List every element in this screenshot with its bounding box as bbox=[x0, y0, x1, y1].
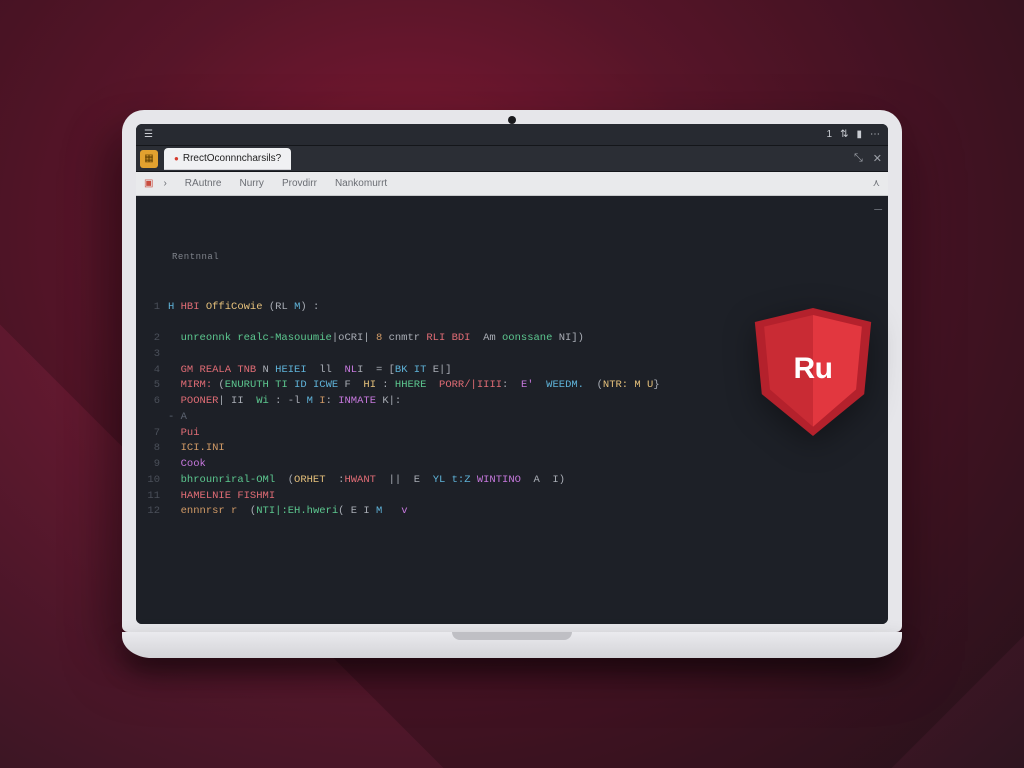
more-icon[interactable]: ⋯ bbox=[870, 129, 880, 140]
tab-active[interactable]: ● RrectOconnncharsils? bbox=[164, 148, 291, 170]
line-number: 10 bbox=[142, 473, 168, 489]
code-line[interactable]: 9 Cook bbox=[142, 457, 882, 473]
toolbar-item-3[interactable]: Provdirr bbox=[282, 178, 317, 189]
dirty-dot-icon: ● bbox=[174, 154, 179, 163]
filename-label: Rentnnal bbox=[172, 251, 882, 265]
notification-icon[interactable]: 1 bbox=[827, 129, 833, 140]
laptop-base bbox=[122, 632, 902, 658]
ruby-shield-logo: Ru bbox=[754, 308, 872, 441]
window-titlebar: ☰ 1 ⇅ ▮ ⋯ bbox=[136, 124, 888, 146]
line-number: 6 bbox=[142, 394, 168, 410]
line-number: 5 bbox=[142, 378, 168, 394]
battery-icon[interactable]: ▮ bbox=[856, 129, 862, 140]
chevron-right-icon: › bbox=[163, 178, 166, 189]
logo-text: Ru bbox=[754, 352, 872, 386]
toolbar-item-2[interactable]: Nurry bbox=[239, 178, 263, 189]
line-number: 1 bbox=[142, 300, 168, 316]
toolbar-item-1[interactable]: RAutnre bbox=[185, 178, 222, 189]
laptop: ☰ 1 ⇅ ▮ ⋯ ▦ ● RrectOconnncharsils? ⤡ bbox=[122, 110, 902, 658]
line-number: 11 bbox=[142, 489, 168, 505]
ruby-lang-icon[interactable]: ▣ bbox=[144, 178, 153, 189]
line-number: 3 bbox=[142, 347, 168, 363]
menu-icon[interactable]: ☰ bbox=[144, 129, 153, 140]
line-content: Cook bbox=[168, 457, 882, 473]
code-line[interactable]: 12 ennnrsr r (NTI|:EH.hweri( E I M v bbox=[142, 504, 882, 520]
webcam bbox=[508, 116, 516, 124]
minimize-icon[interactable]: — bbox=[874, 200, 880, 220]
network-icon[interactable]: ⇅ bbox=[840, 129, 848, 140]
user-icon[interactable]: ⋏ bbox=[873, 178, 880, 189]
line-number: 9 bbox=[142, 457, 168, 473]
toolbar: ▣ › RAutnre Nurry Provdirr Nankomurrt ⋏ bbox=[136, 172, 888, 196]
line-number: 2 bbox=[142, 331, 168, 347]
expand-icon[interactable]: ⤡ bbox=[854, 152, 863, 165]
line-number: 7 bbox=[142, 426, 168, 442]
line-content: HAMELNIE FISHMI bbox=[168, 489, 882, 505]
code-line[interactable]: 8 ICI.INI bbox=[142, 441, 882, 457]
line-content: ICI.INI bbox=[168, 441, 882, 457]
close-icon[interactable]: ✕ bbox=[873, 152, 882, 165]
toolbar-item-4[interactable]: Nankomurrt bbox=[335, 178, 387, 189]
line-number: 4 bbox=[142, 363, 168, 379]
code-line[interactable]: 10 bhrounriral-OMl (ORHET :HWANT || E YL… bbox=[142, 473, 882, 489]
line-content: ennnrsr r (NTI|:EH.hweri( E I M v bbox=[168, 504, 882, 520]
tab-strip: ▦ ● RrectOconnncharsils? ⤡ ✕ bbox=[136, 146, 888, 172]
code-line[interactable]: 11 HAMELNIE FISHMI bbox=[142, 489, 882, 505]
tab-label: RrectOconnncharsils? bbox=[183, 153, 281, 164]
system-tray: 1 ⇅ ▮ ⋯ bbox=[827, 129, 880, 140]
line-content: bhrounriral-OMl (ORHET :HWANT || E YL t:… bbox=[168, 473, 882, 489]
line-number: 8 bbox=[142, 441, 168, 457]
file-icon[interactable]: ▦ bbox=[140, 150, 158, 168]
line-number: 12 bbox=[142, 504, 168, 520]
